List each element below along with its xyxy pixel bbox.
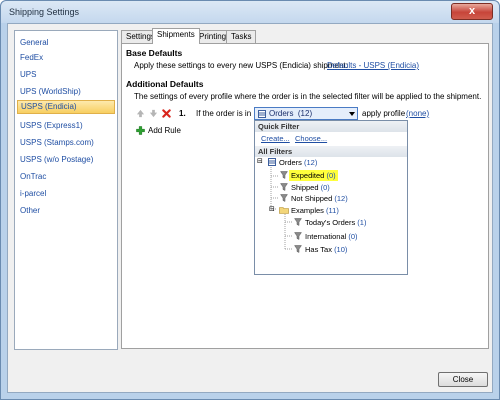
sidebar-item-fedex[interactable]: FedEx (17, 51, 115, 65)
filter-grid-icon (268, 158, 276, 166)
apply-profile-text: apply profile (362, 109, 406, 118)
sidebar-item-other[interactable]: Other (17, 204, 115, 218)
add-rule-link[interactable]: Add Rule (148, 126, 181, 135)
base-defaults-text: Apply these settings to every new USPS (… (134, 61, 348, 70)
tree-item-count: (10) (334, 245, 348, 254)
sidebar-item-usps-wo-postage[interactable]: USPS (w/o Postage) (17, 153, 115, 167)
tree-item-count: (0) (326, 171, 336, 180)
filter-select-value: Orders (12) (269, 109, 313, 118)
tree-item-name: International (305, 232, 347, 241)
sidebar-item-general[interactable]: General (17, 36, 115, 50)
sidebar-item-usps-express1[interactable]: USPS (Express1) (17, 119, 115, 133)
tree-item-count: (0) (320, 183, 330, 192)
funnel-icon (294, 232, 302, 240)
tree-item-count: (12) (304, 158, 318, 167)
tree-item-name: Today's Orders (305, 218, 356, 227)
funnel-icon (294, 245, 302, 253)
tree-item-expedited[interactable]: Expedited (0) (289, 170, 338, 181)
collapse-toggle-icon[interactable]: ⊟ (257, 157, 263, 165)
funnel-icon (280, 183, 288, 191)
profile-none-link[interactable]: (none) (406, 109, 429, 118)
sidebar-item-i-parcel[interactable]: i-parcel (17, 187, 115, 201)
tree-item-shipped[interactable]: Shipped (0) (291, 183, 330, 192)
funnel-icon (280, 171, 288, 179)
sidebar-item-usps-endicia[interactable]: USPS (Endicia) (17, 100, 115, 114)
tree-item-name: Examples (291, 206, 324, 215)
tree-item-todays-orders[interactable]: Today's Orders (1) (305, 218, 366, 227)
arrow-down-icon[interactable] (149, 109, 158, 118)
sidebar-item-ontrac[interactable]: OnTrac (17, 170, 115, 184)
tree-item-count: (1) (357, 218, 367, 227)
rule-number: 1. (179, 109, 186, 118)
tree-item-name: Orders (279, 158, 302, 167)
filter-select[interactable]: Orders (12) (254, 107, 358, 120)
sidebar-item-usps-stamps[interactable]: USPS (Stamps.com) (17, 136, 115, 150)
window-title: Shipping Settings (9, 7, 80, 17)
folder-icon (279, 207, 289, 214)
add-plus-icon[interactable] (136, 126, 145, 135)
tab-shipments[interactable]: Shipments (152, 28, 200, 44)
tree-item-count: (12) (334, 194, 348, 203)
funnel-icon (280, 194, 288, 202)
delete-x-icon[interactable] (162, 109, 171, 118)
tree-item-orders[interactable]: Orders (12) (279, 158, 317, 167)
close-button[interactable]: Close (438, 372, 488, 387)
tab-tasks[interactable]: Tasks (226, 30, 257, 43)
tree-item-count: (0) (348, 232, 358, 241)
collapse-toggle-icon[interactable]: ⊟ (269, 205, 275, 213)
dialog-client-area: General FedEx UPS UPS (WorldShip) USPS (… (7, 23, 493, 393)
base-defaults-heading: Base Defaults (126, 48, 183, 58)
additional-defaults-heading: Additional Defaults (126, 79, 204, 89)
tree-item-name: Expedited (291, 171, 325, 180)
window-close-button[interactable]: x (451, 3, 493, 20)
additional-defaults-text: The settings of every profile where the … (134, 92, 482, 101)
shipping-settings-window: Shipping Settings x General FedEx UPS UP… (0, 0, 500, 400)
tree-item-name: Not Shipped (291, 194, 333, 203)
tree-item-examples[interactable]: Examples (11) (291, 206, 339, 215)
tree-item-international[interactable]: International (0) (305, 232, 358, 241)
filter-grid-icon (258, 110, 266, 118)
chevron-down-icon (349, 112, 355, 116)
arrow-up-icon[interactable] (136, 109, 145, 118)
base-defaults-profile-link[interactable]: Defaults - USPS (Endicia) (327, 61, 419, 70)
title-bar: Shipping Settings x (1, 1, 499, 23)
tree-item-count: (11) (326, 206, 339, 215)
tree-item-not-shipped[interactable]: Not Shipped (12) (291, 194, 348, 203)
funnel-icon (294, 218, 302, 226)
carrier-sidebar: General FedEx UPS UPS (WorldShip) USPS (… (14, 30, 118, 350)
tree-item-name: Has Tax (305, 245, 332, 254)
sidebar-item-ups[interactable]: UPS (17, 68, 115, 82)
rule-prefix-text: If the order is in (196, 109, 252, 118)
filter-dropdown-popup: Quick Filter Create... Choose... All Fil… (254, 120, 408, 275)
sidebar-item-ups-worldship[interactable]: UPS (WorldShip) (17, 85, 115, 99)
tree-item-name: Shipped (291, 183, 319, 192)
tree-item-has-tax[interactable]: Has Tax (10) (305, 245, 347, 254)
